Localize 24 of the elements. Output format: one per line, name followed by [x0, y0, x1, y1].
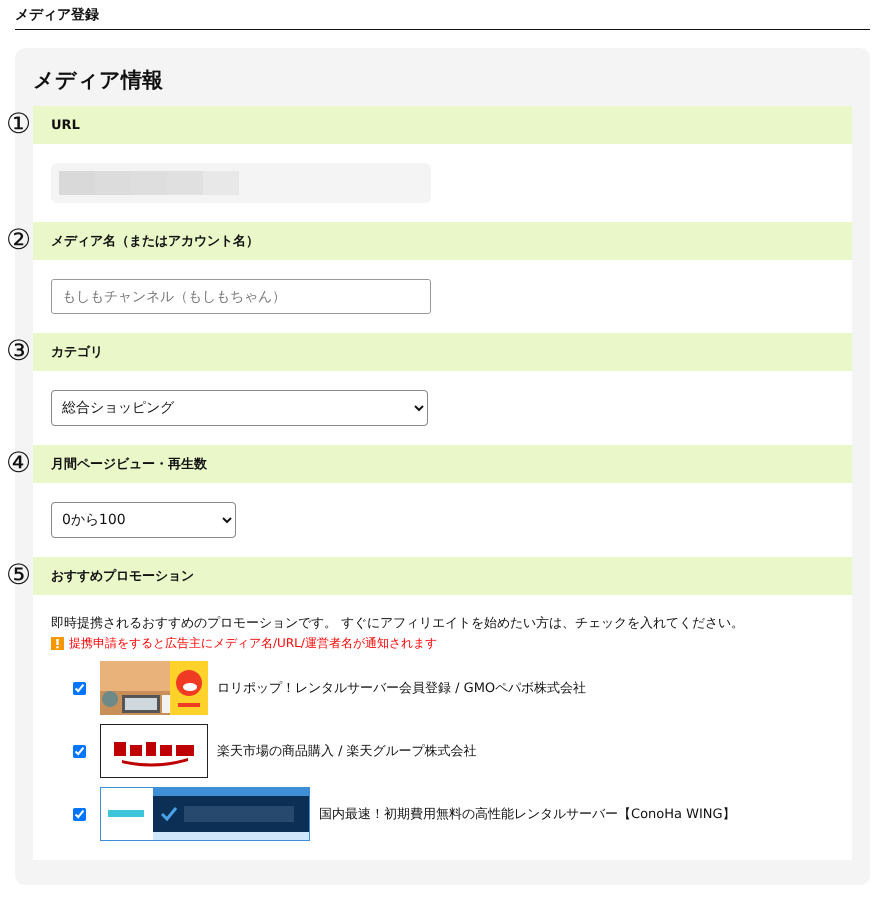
checkbox[interactable] — [73, 682, 86, 694]
page-title: メディア登録 — [15, 4, 870, 30]
step-number: ④ — [6, 447, 32, 479]
text-field[interactable]: もしもチャンネル（もしもちゃん） — [51, 279, 431, 314]
warning-text: 提携申請をすると広告主にメディア名/URL/運営者名が通知されます — [69, 635, 437, 652]
step-number: ③ — [6, 335, 32, 367]
step-number: ⑤ — [6, 559, 32, 591]
promotion-label: ロリポップ！レンタルサーバー会員登録 / GMOペパボ株式会社 — [217, 680, 586, 697]
promotion-label: 楽天市場の商品購入 / 楽天グループ株式会社 — [217, 743, 477, 760]
warning-icon — [51, 637, 64, 650]
field-label: 月間ページビュー・再生数 — [51, 456, 207, 473]
description-text: 即時提携されるおすすめのプロモーションです。 すぐにアフィリエイトを始めたい方は、チェックを入れてください。 — [51, 615, 746, 633]
step-number: ② — [6, 224, 32, 256]
field-label: カテゴリ — [51, 344, 103, 361]
dropdown[interactable]: 0から100 — [51, 502, 236, 538]
dropdown[interactable]: 総合ショッピング — [51, 390, 428, 426]
step-number: ① — [6, 108, 32, 140]
section-heading: メディア情報 — [33, 67, 164, 94]
field-label: メディア名（またはアカウント名） — [51, 233, 259, 250]
checkbox[interactable] — [73, 808, 86, 820]
promotion-label: 国内最速！初期費用無料の高性能レンタルサーバー【ConoHa WING】 — [319, 806, 736, 823]
field-label: URL — [51, 118, 80, 132]
checkbox[interactable] — [73, 744, 86, 758]
field-label: おすすめプロモーション — [51, 568, 194, 585]
